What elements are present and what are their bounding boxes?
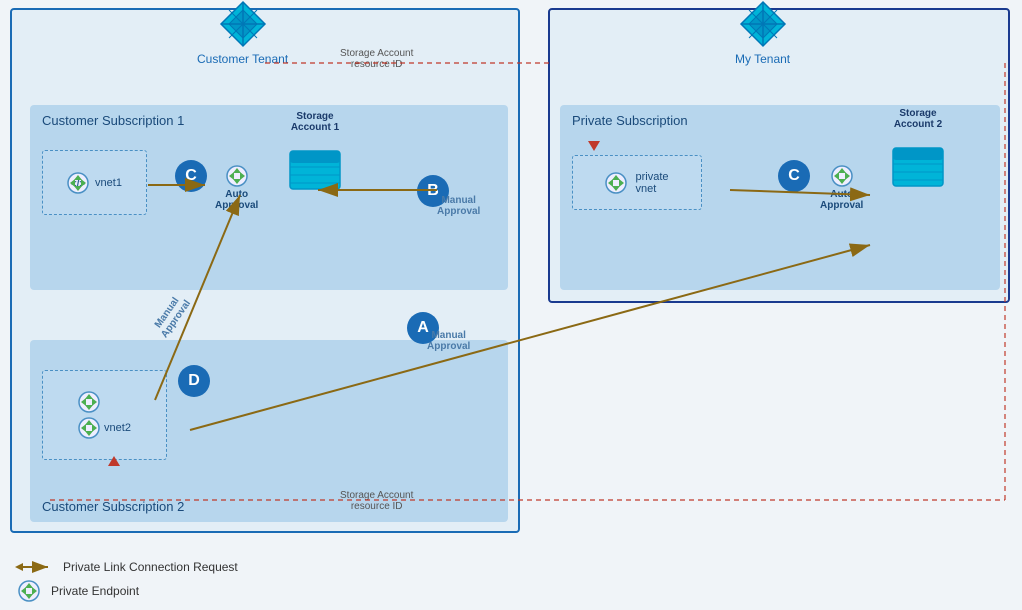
cust-sub2-label: Customer Subscription 2 (42, 499, 184, 514)
legend-private-endpoint: Private Endpoint (15, 580, 238, 602)
vnet1-box: </> vnet1 (42, 150, 147, 215)
storage-icon-2 (891, 140, 945, 194)
private-vnet-label: privatevnet (635, 171, 668, 195)
auto-approval-sub1-label: AutoApproval (215, 189, 258, 211)
pe-icon-vnet2-top (78, 391, 100, 413)
badge-c-sub1: C (175, 160, 207, 192)
my-tenant-box: My Tenant Private Subscription privatevn… (548, 8, 1010, 303)
resource-id-bottom: Storage Accountresource ID (340, 490, 413, 512)
legend: Private Link Connection Request Private … (15, 560, 238, 602)
storage-icon-1 (288, 143, 342, 197)
legend-private-link-label: Private Link Connection Request (63, 560, 238, 574)
auto-approval-private-label: AutoApproval (820, 189, 863, 211)
manual-approval-a: ManualApproval (427, 330, 470, 352)
diagram-area: Customer Tenant Customer Subscription 1 … (0, 0, 1022, 555)
pe-icon-vnet2-bottom (78, 417, 100, 439)
badge-d: D (178, 365, 210, 397)
storage-account-2-label: StorageAccount 2 (883, 108, 953, 130)
auto-approval-private: AutoApproval (820, 165, 863, 211)
private-subscription: Private Subscription privatevnet C (560, 105, 1000, 290)
customer-subscription-2: vnet2 D Customer Subscription 2 (30, 340, 508, 522)
pe-icon-private-vnet (605, 172, 627, 194)
pe-icon-auto-private (831, 165, 853, 187)
manual-approval-d: ManualApproval (150, 292, 193, 340)
legend-private-link: Private Link Connection Request (15, 560, 238, 574)
legend-pe-icon (15, 580, 43, 602)
storage-account-1-box: StorageAccount 1 (285, 143, 345, 208)
legend-arrow-icon (15, 560, 55, 574)
storage-account-2-box: StorageAccount 2 (888, 140, 948, 205)
resource-id-top: Storage Accountresource ID (340, 48, 413, 70)
private-sub-label: Private Subscription (572, 113, 688, 128)
vnet2-box: vnet2 (42, 370, 167, 460)
pe-icon-vnet1: </> (67, 172, 89, 194)
pe-icon-auto1 (226, 165, 248, 187)
customer-tenant-label: Customer Tenant (197, 52, 288, 66)
manual-approval-b: ManualApproval (437, 195, 480, 217)
private-vnet-box: privatevnet (572, 155, 702, 210)
customer-tenant-box: Customer Tenant Customer Subscription 1 … (10, 8, 520, 533)
my-tenant-label: My Tenant (735, 52, 790, 66)
badge-c-private: C (778, 160, 810, 192)
cust-sub1-label: Customer Subscription 1 (42, 113, 184, 128)
storage-account-1-label: StorageAccount 1 (280, 111, 350, 133)
legend-private-endpoint-label: Private Endpoint (51, 584, 139, 598)
auto-approval-sub1: AutoApproval (215, 165, 258, 211)
customer-tenant-icon: Customer Tenant (197, 0, 288, 66)
red-triangle-down-private (588, 140, 600, 154)
my-tenant-icon: My Tenant (735, 0, 790, 66)
vnet2-label: vnet2 (104, 422, 131, 434)
vnet1-label: vnet1 (95, 177, 122, 189)
red-triangle-up-vnet2 (108, 455, 120, 469)
